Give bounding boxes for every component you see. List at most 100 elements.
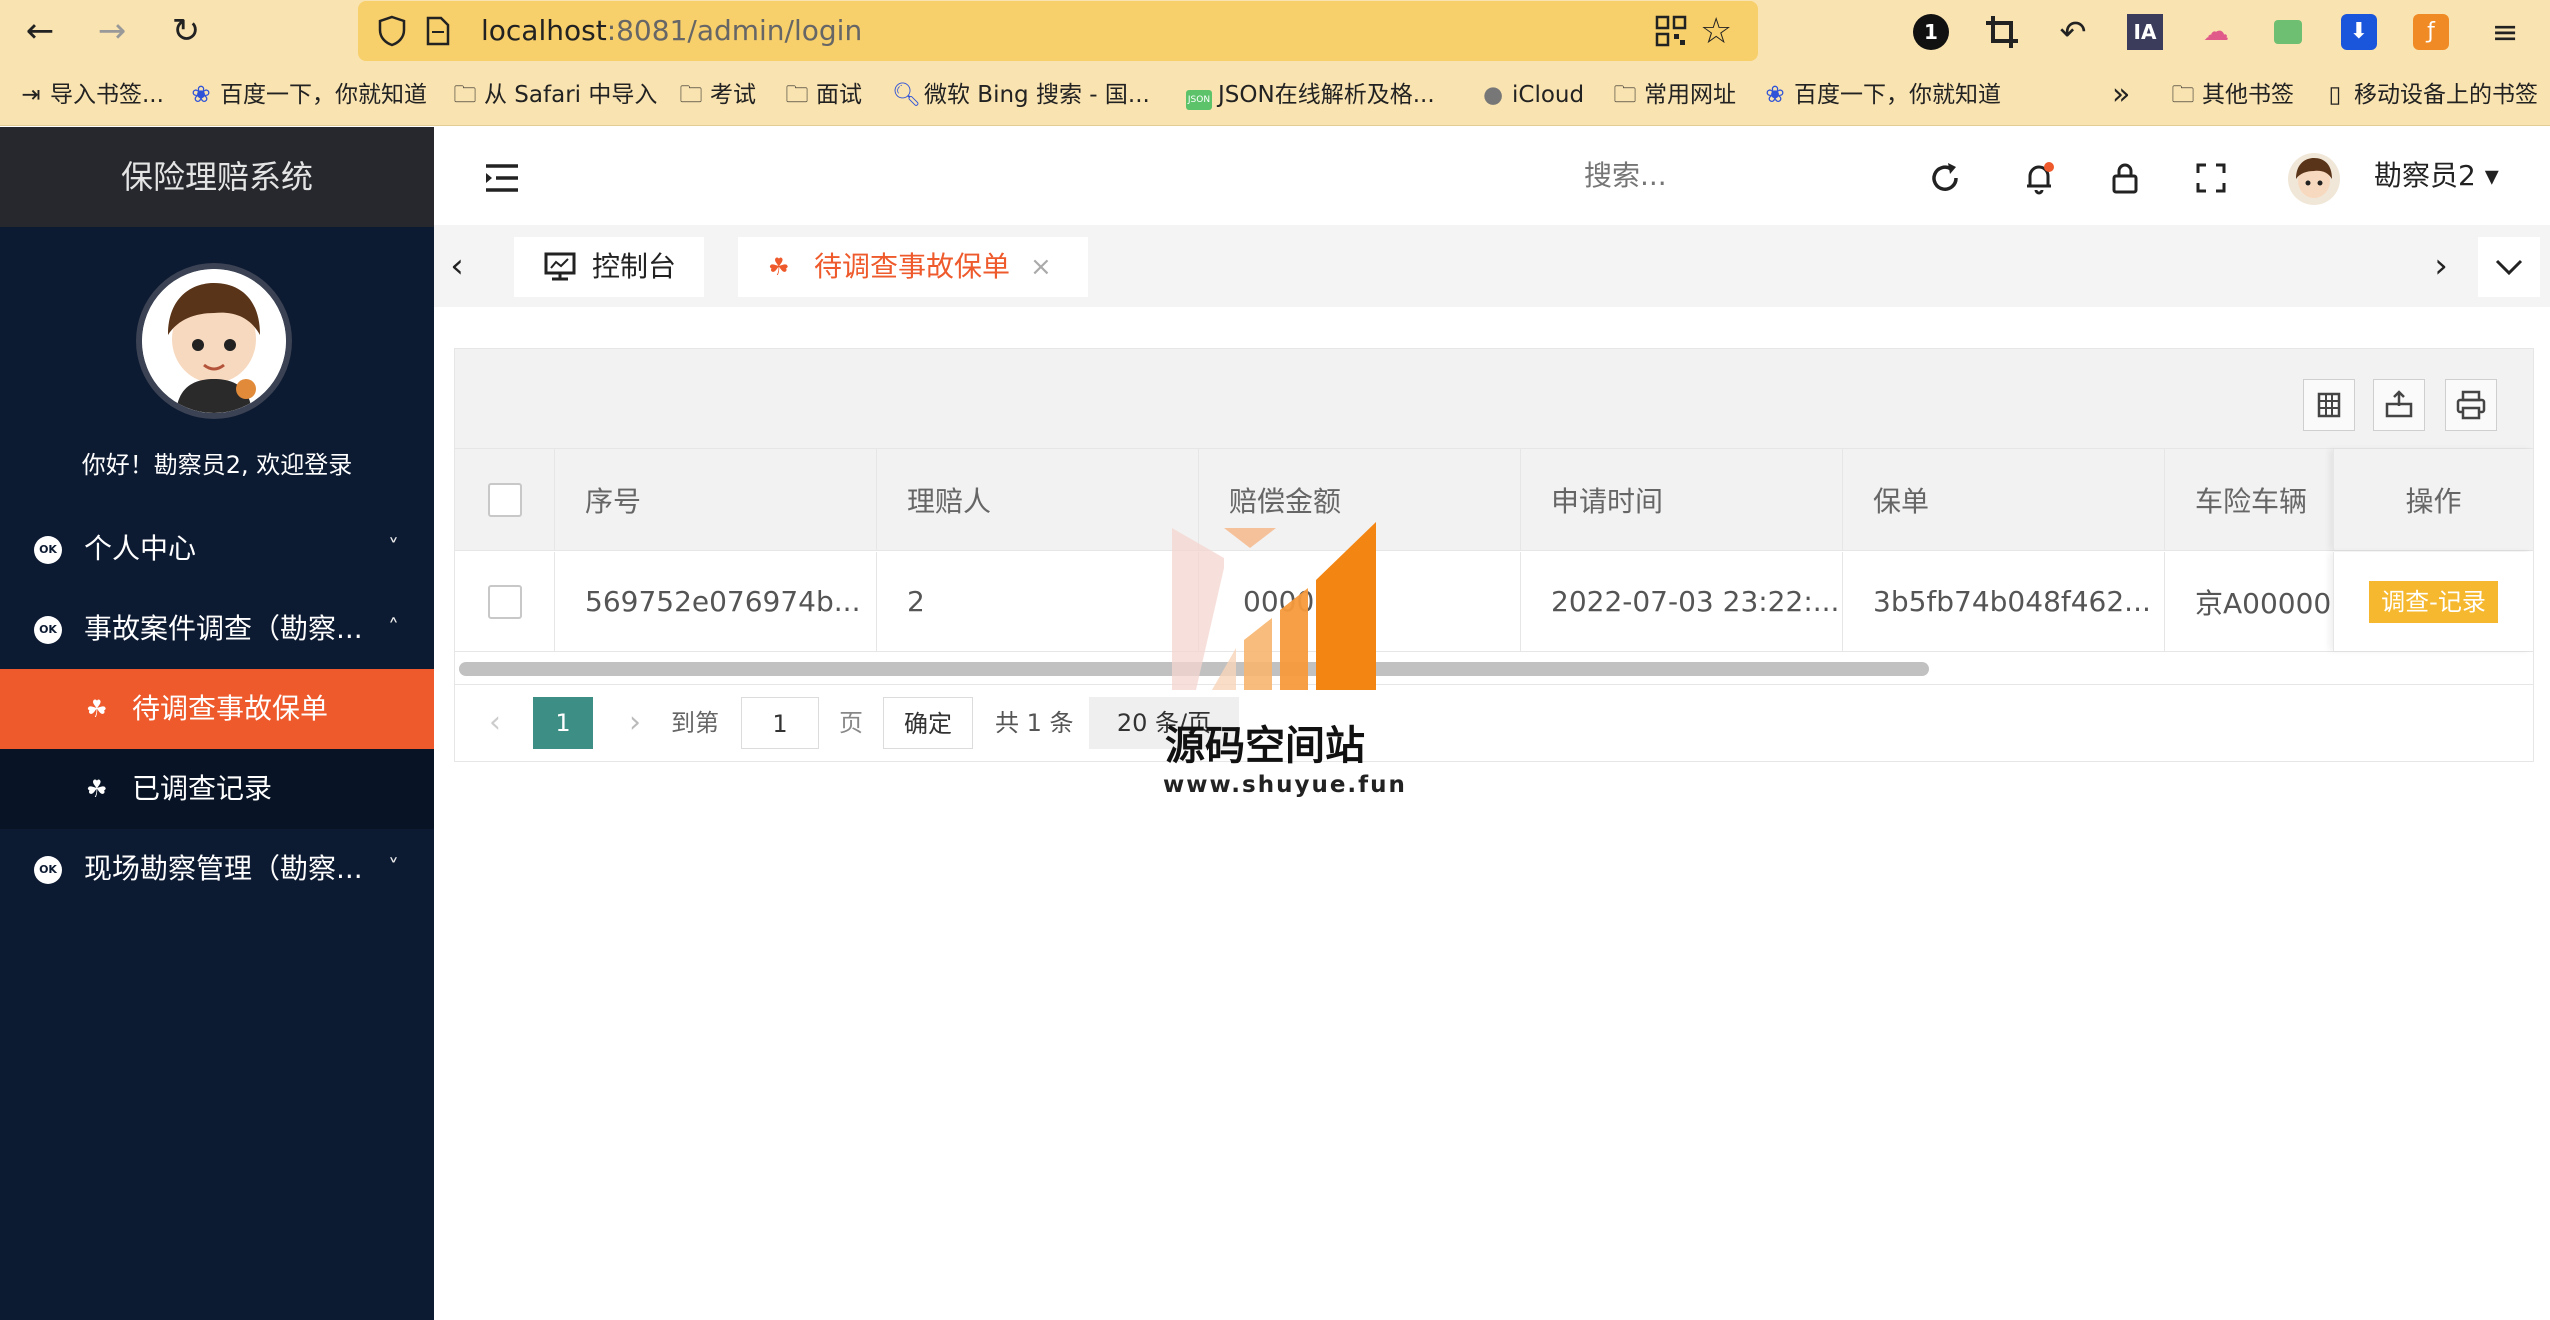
bookmark-common-sites[interactable]: 🗀 常用网址 [1612, 80, 1737, 110]
export-button[interactable] [2373, 379, 2425, 431]
column-header[interactable]: 车险车辆 [2165, 449, 2333, 550]
cloud-download-icon[interactable]: ☁ [2198, 14, 2234, 50]
pager-confirm-button[interactable]: 确定 [883, 697, 973, 749]
fullscreen-icon[interactable] [2194, 161, 2228, 195]
bookmark-other[interactable]: 🗀 其他书签 [2170, 80, 2295, 110]
column-filter-button[interactable] [2303, 379, 2355, 431]
select-all-checkbox[interactable] [487, 482, 522, 517]
back-button[interactable]: ← [20, 12, 60, 50]
welcome-text: 你好！勘察员2, 欢迎登录 [81, 451, 353, 479]
columns-icon [2317, 392, 2341, 418]
shield-icon[interactable] [378, 15, 406, 47]
cell-policy: 3b5fb74b048f462... [1843, 552, 2165, 651]
bookmark-bing[interactable]: 🔍︎ 微软 Bing 搜索 - 国... [892, 80, 1150, 110]
header-checkbox-cell [455, 449, 555, 550]
baidu-icon: ❀ [191, 82, 211, 108]
row-checkbox[interactable] [487, 584, 522, 619]
bookmark-interview[interactable]: 🗀 面试 [784, 80, 863, 110]
app-title: 保险理赔系统 [0, 127, 434, 227]
undo-arrow-icon[interactable]: ↶ [2055, 14, 2091, 50]
sidebar-item-label: 待调查事故保单 [132, 692, 329, 725]
bookmark-star-icon[interactable]: ☆ [1700, 11, 1732, 52]
column-header[interactable]: 申请时间 [1521, 449, 1843, 550]
bookmark-baidu[interactable]: ❀ 百度一下，你就知道 [188, 80, 427, 110]
search-input[interactable] [1584, 127, 1854, 225]
notification-bell-icon[interactable] [2022, 161, 2056, 195]
bookmarks-bar: ⇥ 导入书签... ❀ 百度一下，你就知道 🗀 从 Safari 中导入 🗀 考试 🗀 面… [0, 62, 2550, 126]
bookmark-exam[interactable]: 🗀 考试 [678, 80, 757, 110]
column-header[interactable]: 序号 [555, 449, 877, 550]
qr-code-icon[interactable] [1655, 15, 1687, 47]
baidu-icon: ❀ [1765, 82, 1785, 108]
refresh-icon[interactable] [1928, 161, 1962, 195]
crop-icon[interactable] [1984, 14, 2020, 50]
chevron-down-icon: ˅ [388, 856, 399, 881]
bookmark-icloud[interactable]: ● iCloud [1480, 80, 1584, 110]
json-icon: JSON [1186, 90, 1212, 110]
bookmark-baidu-2[interactable]: ❀ 百度一下，你就知道 [1762, 80, 2001, 110]
tabs-dropdown[interactable] [2478, 237, 2540, 297]
folder-icon: 🗀 [453, 82, 477, 108]
watermark-title: 源码空间站 [1165, 723, 1365, 769]
mobile-icon: ▯ [2328, 82, 2342, 108]
menu-label: 事故案件调查（勘察... [84, 612, 363, 645]
url-text[interactable]: localhost:8081/admin/login [481, 14, 862, 47]
search-icon: 🔍︎ [892, 82, 922, 108]
menu-site-survey[interactable]: OK 现场勘察管理（勘察... ˅ [0, 829, 434, 909]
column-header[interactable]: 理赔人 [877, 449, 1199, 550]
export-icon [2385, 390, 2413, 418]
investigate-record-button[interactable]: 调查-记录 [2369, 580, 2498, 623]
sidebar-item-label: 已调查记录 [132, 772, 273, 805]
pager-next-icon[interactable]: › [615, 697, 655, 749]
more-bookmarks-chevron-icon[interactable]: » [2112, 80, 2130, 110]
close-icon[interactable]: × [1030, 237, 1052, 297]
bookmark-mobile[interactable]: ▯ 移动设备上的书签 [2322, 80, 2538, 110]
translate-extension-icon[interactable] [2270, 14, 2306, 50]
chevron-down-icon: ˅ [388, 536, 399, 561]
column-header[interactable]: 保单 [1843, 449, 2165, 550]
script-extension-icon[interactable]: ƒ [2413, 14, 2449, 50]
tab-dashboard[interactable]: 控制台 [514, 237, 704, 297]
tabs-bar: ‹ 控制台 ☘ 待调查事故保单 × › [434, 225, 2550, 307]
address-bar[interactable]: localhost:8081/admin/login ☆ [358, 1, 1758, 61]
pager-prev-icon[interactable]: ‹ [475, 697, 515, 749]
menu-icon[interactable]: ≡ [2487, 14, 2523, 50]
sidebar-item-investigated-records[interactable]: ☘ 已调查记录 [0, 749, 434, 829]
apple-icon: ● [1482, 82, 1504, 108]
user-menu[interactable]: 勘察员2 ▾ [2374, 127, 2499, 225]
pager-page-current[interactable]: 1 [533, 697, 593, 749]
cell-actions: 调查-记录 [2333, 552, 2533, 651]
folder-icon: 🗀 [679, 82, 703, 108]
pagination: ‹ 1 › 到第 1 页 确定 共 1 条 20 条/页 [455, 684, 2533, 762]
sidebar-item-pending-policies[interactable]: ☘ 待调查事故保单 [0, 669, 434, 749]
ok-icon: OK [34, 616, 62, 644]
tabs-next-icon[interactable]: › [2418, 225, 2464, 307]
menu-label: 个人中心 [84, 532, 197, 565]
menu-personal-center[interactable]: OK 个人中心 ˅ [0, 509, 434, 589]
table-row[interactable]: 569752e076974b... 2 0000 2022-07-03 23:2… [455, 552, 2533, 652]
watermark-logo-icon [1172, 522, 1376, 690]
column-header[interactable]: 操作 [2333, 449, 2533, 550]
collapse-menu-icon[interactable] [484, 163, 520, 193]
page-icon[interactable] [426, 16, 450, 46]
tab-pending-policies[interactable]: ☘ 待调查事故保单 × [738, 237, 1088, 297]
lock-icon[interactable] [2108, 161, 2142, 195]
bookmark-import[interactable]: ⇥ 导入书签... [18, 80, 164, 110]
reload-button[interactable]: ↻ [166, 12, 206, 50]
tabs-prev-icon[interactable]: ‹ [434, 225, 480, 307]
tab-label: 待调查事故保单 [814, 250, 1011, 283]
download-extension-icon[interactable]: ⬇ [2341, 14, 2377, 50]
ia-extension-icon[interactable]: IA [2127, 14, 2163, 50]
bookmark-json[interactable]: JSON JSON在线解析及格... [1186, 80, 1435, 110]
forward-button[interactable]: → [92, 12, 132, 50]
pager-goto-input[interactable]: 1 [741, 697, 819, 749]
table-panel: 序号 理赔人 赔偿金额 申请时间 保单 车险车辆 操作 569752e07697… [454, 348, 2534, 762]
sidebar: 保险理赔系统 你好！勘察员2, 欢迎登录 OK 个人中心 ˅ OK 事故案件调查… [0, 127, 434, 1320]
print-button[interactable] [2445, 379, 2497, 431]
menu-label: 现场勘察管理（勘察... [84, 852, 363, 885]
bookmark-safari-import[interactable]: 🗀 从 Safari 中导入 [452, 80, 658, 110]
menu-accident-investigation[interactable]: OK 事故案件调查（勘察... ˄ [0, 589, 434, 669]
watermark-url: www.shuyue.fun [1163, 772, 1407, 798]
password-manager-icon[interactable]: 1 [1913, 14, 1949, 50]
user-avatar[interactable] [2288, 153, 2340, 205]
